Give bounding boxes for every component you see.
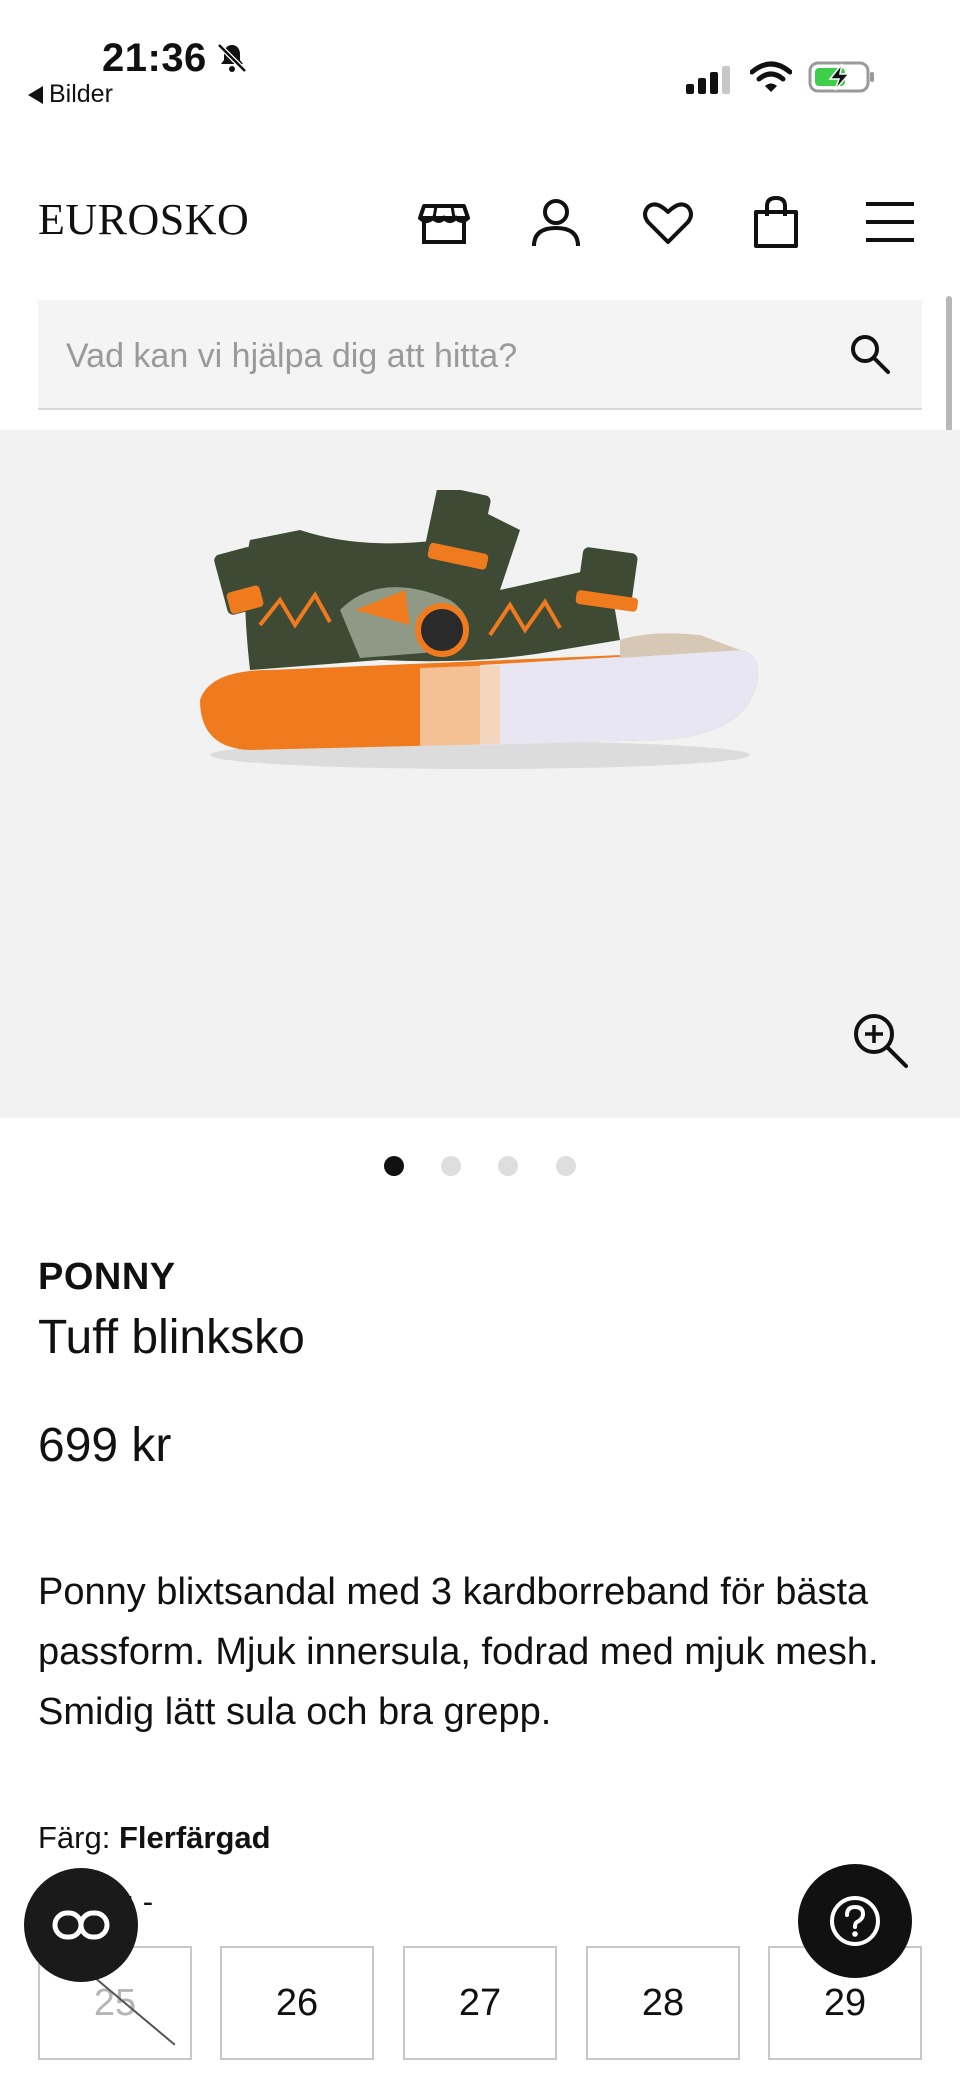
- status-bar: 21:36 Bilder: [0, 0, 960, 120]
- gallery-dot-3[interactable]: [498, 1156, 518, 1176]
- product-page: 21:36 Bilder EUROSKO Vad kan vi hjälpa d…: [0, 0, 960, 2087]
- back-app-label: Bilder: [49, 80, 113, 108]
- size-label-28: 28: [641, 1981, 685, 2024]
- size-button-28[interactable]: 28: [586, 1946, 740, 2060]
- help-button[interactable]: [798, 1864, 912, 1978]
- site-logo[interactable]: EUROSKO: [38, 194, 249, 245]
- product-image-sandal: [200, 490, 758, 769]
- color-value: Flerfärgad: [118, 1820, 271, 1855]
- search-icon[interactable]: [848, 332, 892, 376]
- color-row: Färg: Flerfärgad: [38, 1820, 271, 1856]
- bag-icon[interactable]: [748, 194, 804, 250]
- size-button-26[interactable]: 26: [220, 1946, 374, 2060]
- gallery-pagination: [0, 1156, 960, 1180]
- question-mark-icon: [830, 1896, 880, 1946]
- product-description: Ponny blixtsandal med 3 kardborreband fö…: [38, 1571, 879, 1733]
- zoom-icon[interactable]: [850, 1010, 910, 1070]
- size-label-27: 27: [458, 1981, 502, 2024]
- status-time: 21:36: [102, 36, 207, 80]
- gallery-dot-4[interactable]: [556, 1156, 576, 1176]
- site-header: EUROSKO: [0, 180, 960, 260]
- accessibility-link-icon: [52, 1910, 110, 1940]
- color-label: Färg:: [38, 1820, 111, 1855]
- account-icon[interactable]: [528, 194, 584, 250]
- back-to-app-link[interactable]: Bilder: [28, 80, 113, 109]
- cellular-signal-icon: [686, 66, 730, 94]
- size-label-25: 25: [93, 1981, 137, 2024]
- size-selector: 25 26 27 28 29: [38, 1946, 922, 2062]
- search-bar: [38, 300, 922, 410]
- menu-icon[interactable]: [862, 194, 918, 250]
- product-price: 699 kr: [38, 1419, 172, 1472]
- accessibility-button[interactable]: [24, 1868, 138, 1982]
- size-label-26: 26: [275, 1981, 319, 2024]
- battery-charging-icon: [808, 61, 874, 93]
- product-image-gallery[interactable]: [0, 430, 960, 1118]
- heart-icon[interactable]: [640, 194, 696, 250]
- size-button-27[interactable]: 27: [403, 1946, 557, 2060]
- store-icon[interactable]: [416, 194, 472, 250]
- size-label-29: 29: [823, 1981, 867, 2024]
- gallery-dot-2[interactable]: [441, 1156, 461, 1176]
- gallery-dot-1[interactable]: [384, 1156, 404, 1176]
- search-input[interactable]: [66, 332, 826, 380]
- product-name: Tuff blinksko: [38, 1311, 305, 1364]
- wifi-icon: [750, 61, 792, 92]
- back-triangle-icon: [28, 85, 43, 104]
- bell-muted-icon: [217, 43, 247, 73]
- product-brand[interactable]: PONNY: [38, 1256, 176, 1299]
